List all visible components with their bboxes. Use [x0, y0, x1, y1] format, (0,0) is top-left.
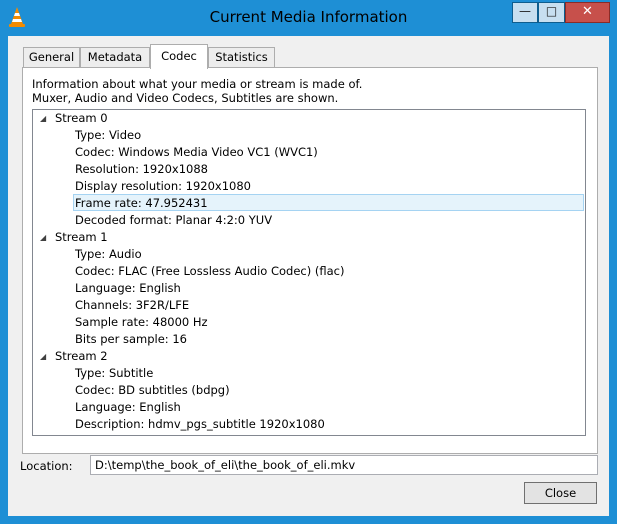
location-field[interactable]: D:\temp\the_book_of_eli\the_book_of_eli.… [90, 455, 598, 475]
tree-item-property[interactable]: Channels: 3F2R/LFE [33, 297, 585, 314]
close-window-button[interactable]: ✕ [565, 2, 610, 23]
tree-item-label: Stream 0 [55, 111, 108, 125]
close-button[interactable]: Close [524, 482, 597, 504]
codec-info-text: Muxer, Audio and Video Codecs, Subtitles… [32, 91, 339, 105]
tree-item-property[interactable]: Type: Audio [33, 246, 585, 263]
title-bar[interactable]: Current Media Information — □ ✕ [0, 0, 617, 36]
tree-item-property[interactable]: Language: English [33, 280, 585, 297]
tree-item-property[interactable]: Language: English [33, 399, 585, 416]
maximize-icon: □ [545, 4, 558, 18]
tab-metadata[interactable]: Metadata [80, 47, 150, 68]
tree-item-property[interactable]: Type: Video [33, 127, 585, 144]
codec-panel: Information about what your media or str… [22, 67, 598, 454]
dialog-body: General Metadata Codec Statistics Inform… [8, 36, 609, 516]
tree-item-property[interactable]: Sample rate: 48000 Hz [33, 314, 585, 331]
tree-item-stream-2[interactable]: ◢ Stream 2 [33, 348, 585, 365]
location-label: Location: [20, 459, 73, 473]
tab-codec[interactable]: Codec [150, 44, 208, 69]
tree-item-property[interactable]: Display resolution: 1920x1080 [33, 178, 585, 195]
codec-info-text: Information about what your media or str… [32, 77, 363, 91]
tree-item-label: Stream 2 [55, 349, 108, 363]
collapse-arrow-icon[interactable]: ◢ [40, 110, 46, 127]
tree-item-stream-0[interactable]: ◢ Stream 0 [33, 110, 585, 127]
tree-item-property[interactable]: Description: hdmv_pgs_subtitle 1920x1080 [33, 416, 585, 433]
tree-item-property[interactable]: Codec: FLAC (Free Lossless Audio Codec) … [33, 263, 585, 280]
tree-item-property[interactable]: Resolution: 1920x1088 [33, 161, 585, 178]
tree-item-property[interactable]: Decoded format: Planar 4:2:0 YUV [33, 212, 585, 229]
minimize-button[interactable]: — [512, 2, 538, 23]
tree-item-property[interactable]: Codec: Windows Media Video VC1 (WVC1) [33, 144, 585, 161]
collapse-arrow-icon[interactable]: ◢ [40, 229, 46, 246]
minimize-icon: — [519, 4, 531, 18]
tab-statistics[interactable]: Statistics [208, 47, 275, 68]
collapse-arrow-icon[interactable]: ◢ [40, 348, 46, 365]
close-icon: ✕ [582, 4, 593, 19]
media-info-window: Current Media Information — □ ✕ General … [0, 0, 617, 524]
tree-item-property[interactable]: Type: Subtitle [33, 365, 585, 382]
tree-item-property[interactable]: Codec: BD subtitles (bdpg) [33, 382, 585, 399]
maximize-button[interactable]: □ [538, 2, 565, 23]
tab-general[interactable]: General [23, 47, 80, 68]
tree-item-stream-1[interactable]: ◢ Stream 1 [33, 229, 585, 246]
stream-tree[interactable]: ◢ Stream 0 Type: Video Codec: Windows Me… [32, 109, 586, 436]
tree-item-property-selected[interactable]: Frame rate: 47.952431 [73, 194, 584, 211]
tree-item-property[interactable]: Bits per sample: 16 [33, 331, 585, 348]
tree-item-label: Stream 1 [55, 230, 108, 244]
